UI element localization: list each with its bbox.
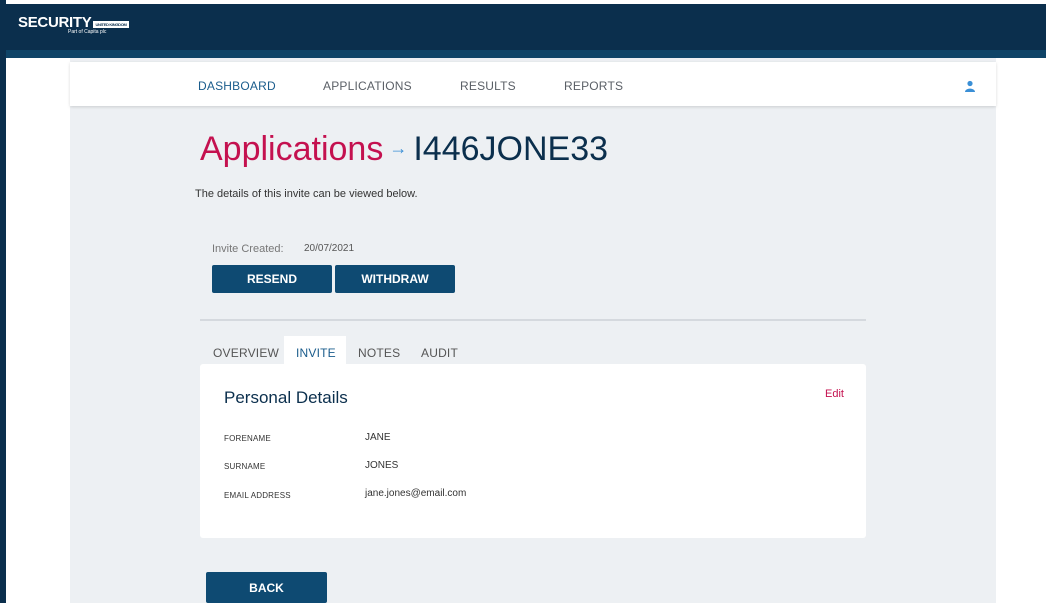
section-divider bbox=[200, 319, 866, 321]
user-icon[interactable] bbox=[964, 80, 976, 92]
invite-created-value: 20/07/2021 bbox=[304, 243, 355, 254]
email-label: EMAIL ADDRESS bbox=[224, 491, 291, 500]
nav-item-dashboard[interactable]: DASHBOARD bbox=[198, 79, 276, 93]
breadcrumb-arrow-icon: → bbox=[389, 138, 408, 158]
email-value: jane.jones@email.com bbox=[365, 488, 467, 499]
forename-label: FORENAME bbox=[224, 434, 271, 443]
page-title-main: Applications bbox=[200, 130, 384, 168]
page-area: DASHBOARD APPLICATIONS RESULTS REPORTS A… bbox=[6, 58, 1048, 603]
page-description: The details of this invite can be viewed… bbox=[195, 188, 418, 200]
logo-subtitle: Part of Capita plc bbox=[68, 29, 107, 35]
page-title: Applications → I446JONE33 bbox=[200, 130, 608, 169]
main-nav: DASHBOARD APPLICATIONS RESULTS REPORTS bbox=[70, 62, 996, 106]
nav-item-applications[interactable]: APPLICATIONS bbox=[323, 79, 412, 93]
tab-audit[interactable]: AUDIT bbox=[421, 346, 458, 360]
nav-item-reports[interactable]: REPORTS bbox=[564, 79, 623, 93]
back-button[interactable]: BACK bbox=[206, 572, 327, 603]
card-title: Personal Details bbox=[224, 388, 348, 407]
personal-details-card: Personal Details Edit FORENAME JANE SURN… bbox=[200, 364, 866, 538]
tab-notes[interactable]: NOTES bbox=[358, 346, 400, 360]
top-header-bar: SECURITY UNITED KINGDOM Part of Capita p… bbox=[6, 4, 1046, 58]
forename-value: JANE bbox=[365, 432, 391, 443]
brand-logo[interactable]: SECURITY UNITED KINGDOM Part of Capita p… bbox=[18, 14, 129, 35]
logo-tag: UNITED KINGDOM bbox=[93, 21, 129, 28]
surname-value: JONES bbox=[365, 460, 399, 471]
tab-overview[interactable]: OVERVIEW bbox=[213, 346, 279, 360]
edit-link[interactable]: Edit bbox=[825, 388, 844, 400]
surname-label: SURNAME bbox=[224, 462, 266, 471]
invite-created-label: Invite Created: bbox=[212, 243, 284, 255]
withdraw-button[interactable]: WITHDRAW bbox=[335, 265, 455, 293]
nav-item-results[interactable]: RESULTS bbox=[460, 79, 516, 93]
invite-id: I446JONE33 bbox=[413, 130, 609, 168]
resend-button[interactable]: RESEND bbox=[212, 265, 332, 293]
tab-invite[interactable]: INVITE bbox=[296, 346, 336, 360]
